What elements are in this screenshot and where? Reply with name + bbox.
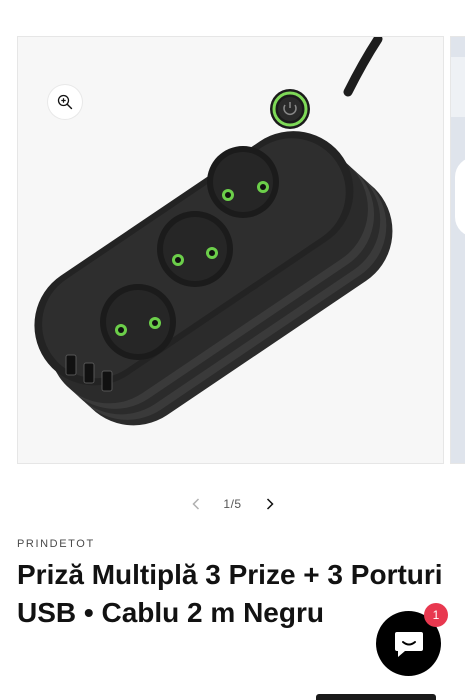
product-title: Priză Multiplă 3 Prize + 3 Porturi USB •… <box>17 559 443 628</box>
next-slide-button[interactable] <box>248 493 292 515</box>
zoom-button[interactable] <box>48 85 82 119</box>
slide-peek-decoration <box>455 157 465 237</box>
slide-peek-decoration <box>451 57 465 117</box>
bottom-sticky-bar[interactable] <box>316 694 436 700</box>
previous-slide-button[interactable] <box>174 493 218 515</box>
next-product-image-slide[interactable] <box>450 36 465 464</box>
gallery-pagination: 1/5 <box>0 493 465 515</box>
product-gallery[interactable] <box>0 36 465 464</box>
chat-notification-badge: 1 <box>424 603 448 627</box>
chat-bubble-icon <box>394 631 423 657</box>
chevron-right-icon <box>266 498 274 510</box>
chevron-left-icon <box>191 498 199 510</box>
zoom-in-icon <box>57 94 73 110</box>
slide-counter: 1/5 <box>223 497 242 511</box>
product-image-slide[interactable] <box>17 36 444 464</box>
product-vendor: PRINDETOT <box>17 538 95 550</box>
